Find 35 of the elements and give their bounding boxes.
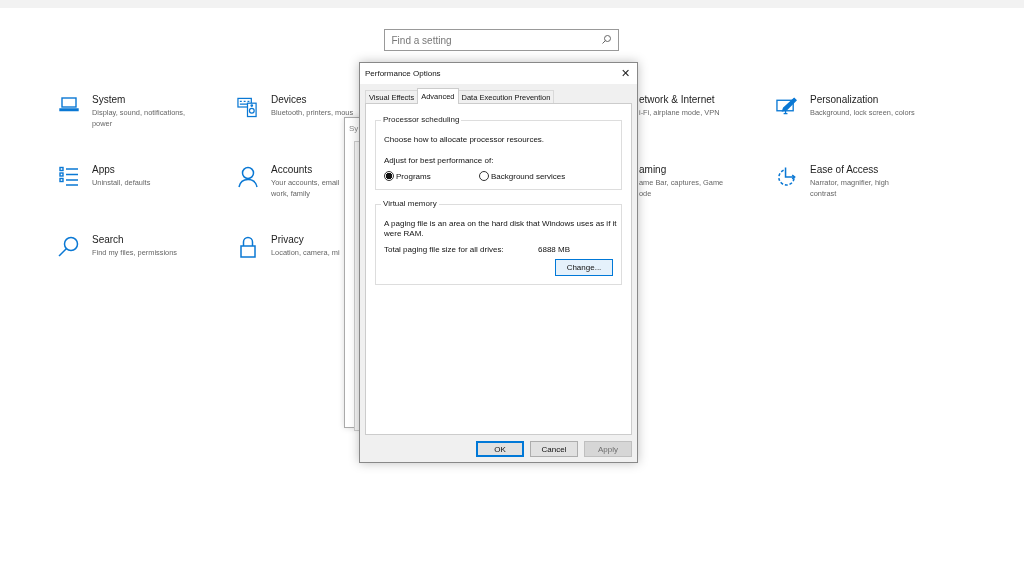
accessibility-dial-icon xyxy=(776,166,797,188)
category-title[interactable]: aming xyxy=(639,163,724,177)
keyboard-speaker-icon xyxy=(237,96,258,118)
category-title[interactable]: Apps xyxy=(92,163,151,177)
person-icon xyxy=(237,166,258,188)
group-legend: Processor scheduling xyxy=(381,115,462,124)
adjust-label: Adjust for best performance of: xyxy=(384,156,495,165)
description-text: Choose how to allocate processor resources. xyxy=(384,135,546,144)
category-title[interactable]: Ease of Access xyxy=(810,163,889,177)
dialog-button[interactable]: Cancel xyxy=(530,441,578,457)
search-icon xyxy=(601,35,611,44)
list-icon xyxy=(58,166,79,186)
laptop-icon xyxy=(58,96,79,112)
dialog-button[interactable]: OK xyxy=(476,441,524,457)
search-field[interactable]: Find a setting xyxy=(383,29,619,51)
category-title[interactable]: Accounts xyxy=(271,163,340,177)
window-title: Sy xyxy=(349,124,359,133)
search-icon xyxy=(58,236,79,257)
lock-icon xyxy=(239,236,256,258)
category-title[interactable]: Personalization xyxy=(810,93,915,107)
category-title[interactable]: System xyxy=(92,93,186,107)
monitor-brush-icon xyxy=(776,96,797,116)
dialog-title: Performance Options xyxy=(365,69,441,78)
category-title[interactable]: Search xyxy=(92,233,177,247)
radio-button[interactable]: Programs xyxy=(384,171,479,181)
description-text: A paging file is an area on the hard disk that Windows uses as if it were RAM. xyxy=(384,219,618,239)
close-button[interactable]: ✕ xyxy=(613,63,637,84)
group-legend: Virtual memory xyxy=(381,199,439,208)
category-title[interactable]: Privacy xyxy=(271,233,340,247)
radio-button[interactable]: Background services xyxy=(479,171,566,181)
paging-size-label: Total paging file size for all drives: xyxy=(384,245,505,254)
paging-size-value: 6888 MB xyxy=(538,245,571,254)
change-button[interactable]: Change... xyxy=(555,259,613,276)
category-title[interactable]: Devices xyxy=(271,93,354,107)
category-title[interactable]: etwork & Internet xyxy=(639,93,720,107)
